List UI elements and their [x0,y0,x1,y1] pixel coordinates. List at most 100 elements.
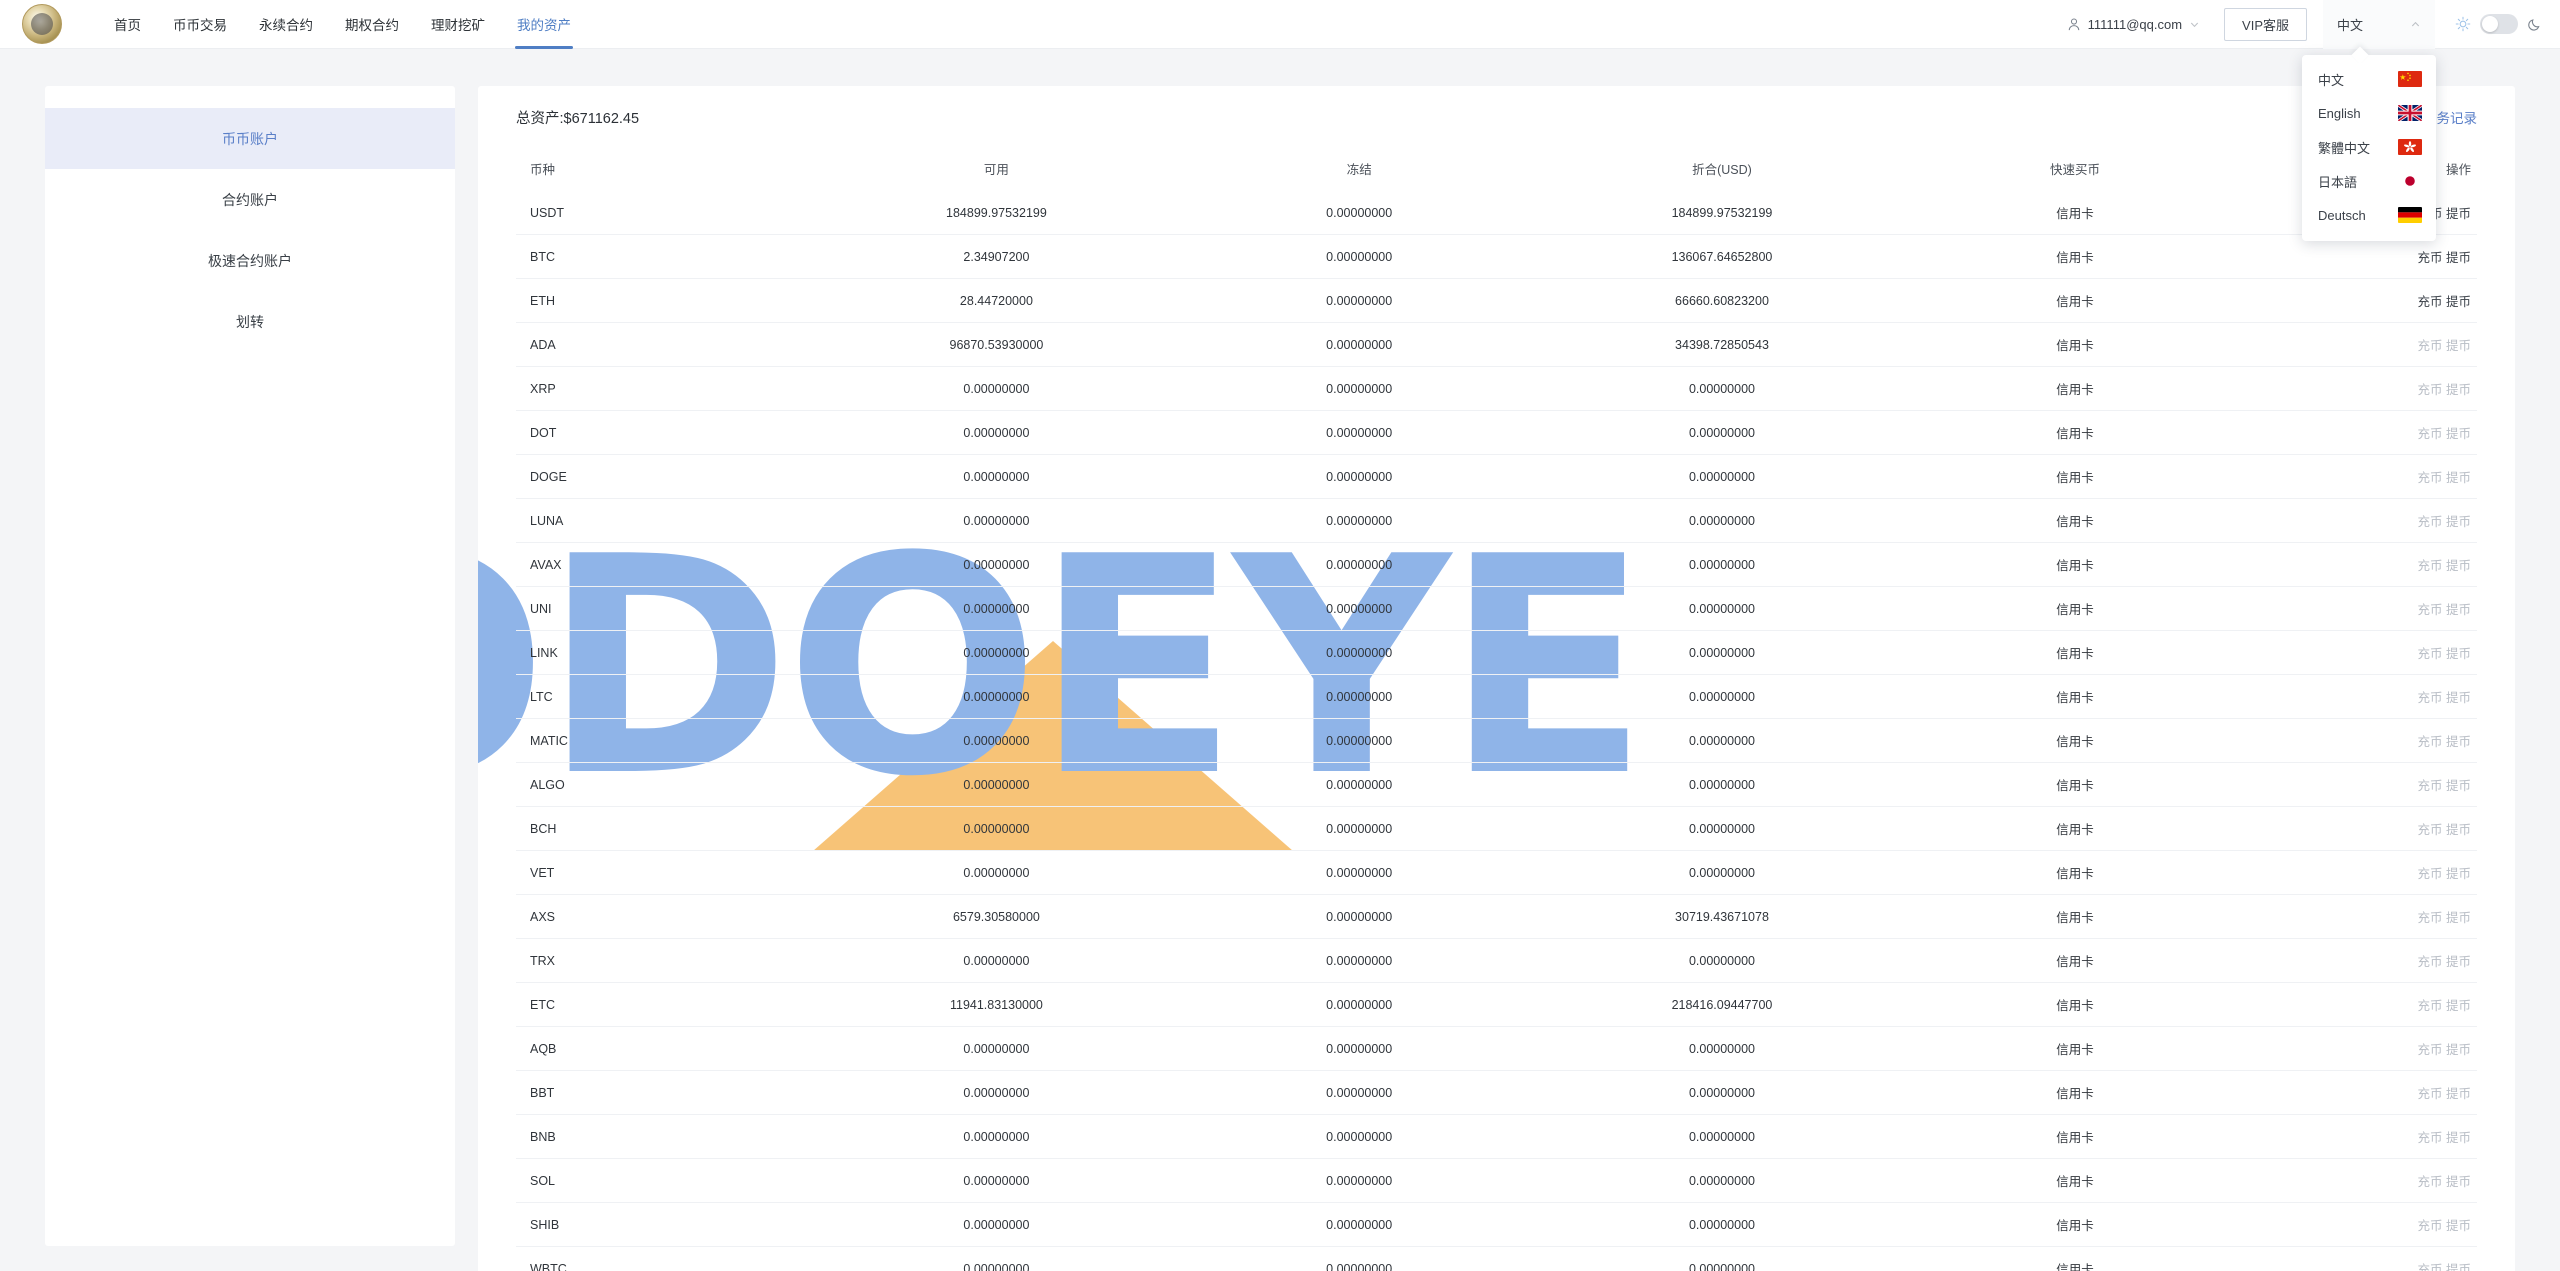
cell-quick-buy[interactable]: 信用卡 [1908,1158,2242,1203]
withdraw-link[interactable]: 提币 [2446,735,2471,749]
sidebar-item-contract-account[interactable]: 合约账户 [45,169,455,230]
user-menu[interactable]: 111111@qq.com [2057,17,2210,32]
language-option-en[interactable]: English [2302,96,2436,130]
withdraw-link[interactable]: 提币 [2446,339,2471,353]
sun-icon[interactable] [2455,16,2471,32]
withdraw-link[interactable]: 提币 [2446,1087,2471,1101]
cell-quick-buy[interactable]: 信用卡 [1908,850,2242,895]
cell-quick-buy[interactable]: 信用卡 [1908,718,2242,763]
deposit-link[interactable]: 充币 [2417,295,2442,309]
withdraw-link[interactable]: 提币 [2446,823,2471,837]
deposit-link[interactable]: 充币 [2417,559,2442,573]
withdraw-link[interactable]: 提币 [2446,1175,2471,1189]
cell-quick-buy[interactable]: 信用卡 [1908,1026,2242,1071]
withdraw-link[interactable]: 提币 [2446,647,2471,661]
site-logo[interactable] [22,4,62,44]
cell-quick-buy[interactable]: 信用卡 [1908,278,2242,323]
moon-icon[interactable] [2527,17,2542,32]
withdraw-link[interactable]: 提币 [2446,691,2471,705]
deposit-link[interactable]: 充币 [2417,471,2442,485]
deposit-link[interactable]: 充币 [2417,1263,2442,1271]
withdraw-link[interactable]: 提币 [2446,867,2471,881]
cell-quick-buy[interactable]: 信用卡 [1908,366,2242,411]
cell-quick-buy[interactable]: 信用卡 [1908,806,2242,851]
cell-quick-buy[interactable]: 信用卡 [1908,586,2242,631]
deposit-link[interactable]: 充币 [2417,735,2442,749]
language-option-de[interactable]: Deutsch [2302,198,2436,232]
withdraw-link[interactable]: 提币 [2446,427,2471,441]
nav-item-home[interactable]: 首页 [100,0,155,49]
language-option-zh[interactable]: 中文 [2302,62,2436,96]
cell-symbol: XRP [516,366,811,411]
withdraw-link[interactable]: 提币 [2446,251,2471,265]
deposit-link[interactable]: 充币 [2417,339,2442,353]
withdraw-link[interactable]: 提币 [2446,955,2471,969]
withdraw-link[interactable]: 提币 [2446,779,2471,793]
withdraw-link[interactable]: 提币 [2446,1131,2471,1145]
deposit-link[interactable]: 充币 [2417,955,2442,969]
cell-quick-buy[interactable]: 信用卡 [1908,498,2242,543]
nav-item-options[interactable]: 期权合约 [331,0,413,49]
withdraw-link[interactable]: 提币 [2446,1263,2471,1271]
sidebar-item-transfer[interactable]: 划转 [45,291,455,352]
sidebar-item-fast-contract-account[interactable]: 极速合约账户 [45,230,455,291]
nav-item-my-assets[interactable]: 我的资产 [503,0,585,49]
deposit-link[interactable]: 充币 [2417,911,2442,925]
deposit-link[interactable]: 充币 [2417,867,2442,881]
cell-quick-buy[interactable]: 信用卡 [1908,454,2242,499]
theme-toggle[interactable] [2480,14,2518,34]
deposit-link[interactable]: 充币 [2417,383,2442,397]
cell-quick-buy[interactable]: 信用卡 [1908,234,2242,279]
cell-quick-buy[interactable]: 信用卡 [1908,894,2242,939]
language-selector[interactable]: 中文 [2323,0,2435,49]
withdraw-link[interactable]: 提币 [2446,295,2471,309]
cell-quick-buy[interactable]: 信用卡 [1908,1114,2242,1159]
cell-quick-buy[interactable]: 信用卡 [1908,322,2242,367]
deposit-link[interactable]: 充币 [2417,779,2442,793]
deposit-link[interactable]: 充币 [2417,515,2442,529]
withdraw-link[interactable]: 提币 [2446,559,2471,573]
cell-symbol: MATIC [516,718,811,763]
cell-quick-buy[interactable]: 信用卡 [1908,674,2242,719]
vip-support-button[interactable]: VIP客服 [2224,7,2307,41]
cell-quick-buy[interactable]: 信用卡 [1908,762,2242,807]
cell-quick-buy[interactable]: 信用卡 [1908,410,2242,455]
deposit-link[interactable]: 充币 [2417,1131,2442,1145]
deposit-link[interactable]: 充币 [2417,251,2442,265]
sidebar-item-spot-account[interactable]: 币币账户 [45,108,455,169]
withdraw-link[interactable]: 提币 [2446,515,2471,529]
cell-quick-buy[interactable]: 信用卡 [1908,1202,2242,1247]
withdraw-link[interactable]: 提币 [2446,1219,2471,1233]
cell-quick-buy[interactable]: 信用卡 [1908,630,2242,675]
cell-quick-buy[interactable]: 信用卡 [1908,938,2242,983]
deposit-link[interactable]: 充币 [2417,999,2442,1013]
withdraw-link[interactable]: 提币 [2446,1043,2471,1057]
nav-item-finance-mining[interactable]: 理财挖矿 [417,0,499,49]
cell-quick-buy[interactable]: 信用卡 [1908,1246,2242,1271]
deposit-link[interactable]: 充币 [2417,647,2442,661]
deposit-link[interactable]: 充币 [2417,823,2442,837]
deposit-link[interactable]: 充币 [2417,1087,2442,1101]
cell-quick-buy[interactable]: 信用卡 [1908,982,2242,1027]
language-dropdown-menu: 中文 English 繁體中文 日本語 Deutsch [2302,55,2436,241]
cell-quick-buy[interactable]: 信用卡 [1908,542,2242,587]
withdraw-link[interactable]: 提币 [2446,471,2471,485]
withdraw-link[interactable]: 提币 [2446,999,2471,1013]
withdraw-link[interactable]: 提币 [2446,207,2471,221]
deposit-link[interactable]: 充币 [2417,427,2442,441]
deposit-link[interactable]: 充币 [2417,691,2442,705]
withdraw-link[interactable]: 提币 [2446,603,2471,617]
cell-quick-buy[interactable]: 信用卡 [1908,1070,2242,1115]
deposit-link[interactable]: 充币 [2417,1175,2442,1189]
deposit-link[interactable]: 充币 [2417,1219,2442,1233]
nav-item-perpetual[interactable]: 永续合约 [245,0,327,49]
nav-item-spot-trade[interactable]: 币币交易 [159,0,241,49]
deposit-link[interactable]: 充币 [2417,603,2442,617]
language-option-ja[interactable]: 日本語 [2302,164,2436,198]
cell-available: 0.00000000 [810,1070,1183,1115]
deposit-link[interactable]: 充币 [2417,1043,2442,1057]
withdraw-link[interactable]: 提币 [2446,911,2471,925]
withdraw-link[interactable]: 提币 [2446,383,2471,397]
language-option-zh-hant[interactable]: 繁體中文 [2302,130,2436,164]
cell-quick-buy[interactable]: 信用卡 [1908,191,2242,235]
